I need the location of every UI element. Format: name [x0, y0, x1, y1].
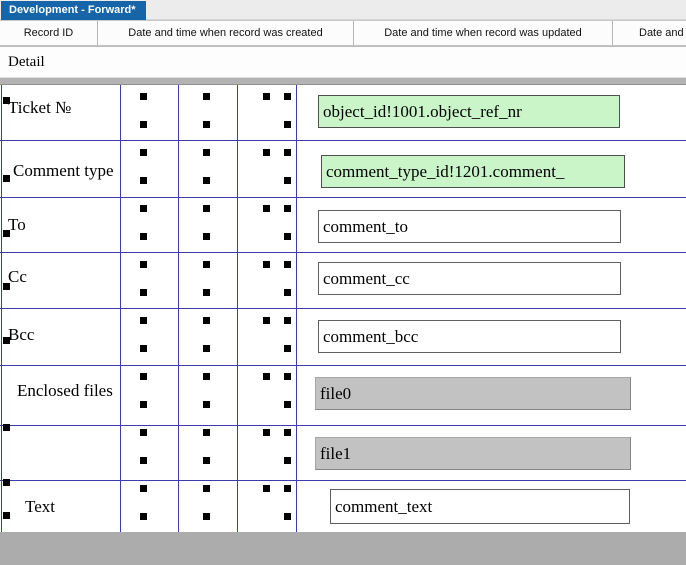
- selection-handle[interactable]: [263, 149, 270, 156]
- selection-handle[interactable]: [284, 429, 291, 436]
- grid-line-horizontal: [0, 140, 686, 141]
- selection-handle[interactable]: [203, 233, 210, 240]
- selection-handle[interactable]: [263, 373, 270, 380]
- selection-handle[interactable]: [284, 205, 291, 212]
- selection-handle[interactable]: [140, 485, 147, 492]
- column-header-created[interactable]: Date and time when record was created: [98, 27, 353, 39]
- selection-handle[interactable]: [140, 121, 147, 128]
- selection-handle[interactable]: [203, 261, 210, 268]
- selection-handle[interactable]: [263, 205, 270, 212]
- selection-handle[interactable]: [284, 457, 291, 464]
- selection-handle[interactable]: [284, 261, 291, 268]
- selection-handle[interactable]: [203, 401, 210, 408]
- selection-handle[interactable]: [203, 373, 210, 380]
- selection-handle[interactable]: [284, 93, 291, 100]
- tab-bar: Development - Forward*: [0, 0, 686, 20]
- selection-handle[interactable]: [263, 485, 270, 492]
- band-detail-label: Detail: [8, 54, 45, 71]
- selection-handle[interactable]: [263, 317, 270, 324]
- selection-handle[interactable]: [203, 289, 210, 296]
- grid-line-horizontal: [0, 308, 686, 309]
- bottom-filler: [0, 532, 686, 565]
- selection-handle[interactable]: [203, 121, 210, 128]
- band-detail[interactable]: Detail: [0, 46, 686, 77]
- selection-handle[interactable]: [3, 230, 10, 237]
- selection-handle[interactable]: [140, 93, 147, 100]
- field-comment-text[interactable]: comment_text: [330, 489, 630, 524]
- column-header-updated[interactable]: Date and time when record was updated: [354, 27, 612, 39]
- selection-handle[interactable]: [203, 513, 210, 520]
- grid-line-horizontal: [0, 252, 686, 253]
- selection-handle[interactable]: [284, 345, 291, 352]
- grid-line-horizontal: [0, 365, 686, 366]
- selection-handle[interactable]: [203, 317, 210, 324]
- selection-handle[interactable]: [284, 233, 291, 240]
- field-label-enclosed-files[interactable]: Enclosed files: [17, 381, 113, 401]
- selection-handle[interactable]: [140, 261, 147, 268]
- selection-handle[interactable]: [284, 373, 291, 380]
- field-label-comment-type[interactable]: Comment type: [13, 161, 114, 181]
- selection-handle[interactable]: [3, 97, 10, 104]
- field-comment-to[interactable]: comment_to: [318, 210, 621, 243]
- field-comment-cc[interactable]: comment_cc: [318, 262, 621, 295]
- field-object-ref-nr[interactable]: object_id!1001.object_ref_nr: [318, 95, 620, 128]
- selection-handle[interactable]: [284, 485, 291, 492]
- grid-line-horizontal: [0, 425, 686, 426]
- selection-handle[interactable]: [284, 121, 291, 128]
- selection-handle[interactable]: [203, 429, 210, 436]
- selection-handle[interactable]: [140, 401, 147, 408]
- field-label-bcc[interactable]: Bcc: [8, 325, 34, 345]
- selection-handle[interactable]: [140, 289, 147, 296]
- field-label-to[interactable]: To: [8, 215, 26, 235]
- column-header-truncated[interactable]: Date and: [613, 27, 686, 39]
- selection-handle[interactable]: [140, 233, 147, 240]
- selection-handle[interactable]: [3, 424, 10, 431]
- field-label-cc[interactable]: Cc: [8, 267, 27, 287]
- selection-handle[interactable]: [140, 205, 147, 212]
- grid-line-horizontal: [0, 480, 686, 481]
- selection-handle[interactable]: [140, 317, 147, 324]
- selection-handle[interactable]: [3, 283, 10, 290]
- column-header-row: Record ID Date and time when record was …: [0, 20, 686, 46]
- selection-handle[interactable]: [284, 513, 291, 520]
- selection-handle[interactable]: [3, 479, 10, 486]
- selection-handle[interactable]: [263, 261, 270, 268]
- selection-handle[interactable]: [284, 401, 291, 408]
- selection-handle[interactable]: [203, 177, 210, 184]
- selection-handle[interactable]: [203, 485, 210, 492]
- selection-handle[interactable]: [140, 177, 147, 184]
- selection-handle[interactable]: [3, 175, 10, 182]
- selection-handle[interactable]: [140, 429, 147, 436]
- selection-handle[interactable]: [284, 177, 291, 184]
- field-comment-bcc[interactable]: comment_bcc: [318, 320, 621, 353]
- selection-handle[interactable]: [203, 205, 210, 212]
- selection-handle[interactable]: [203, 345, 210, 352]
- grid-line-horizontal: [0, 197, 686, 198]
- band-splitter[interactable]: [0, 77, 686, 85]
- field-file0[interactable]: file0: [315, 377, 631, 410]
- selection-handle[interactable]: [140, 513, 147, 520]
- selection-handle[interactable]: [263, 93, 270, 100]
- selection-handle[interactable]: [203, 457, 210, 464]
- selection-handle[interactable]: [140, 149, 147, 156]
- selection-handle[interactable]: [263, 429, 270, 436]
- field-label-ticket-nr[interactable]: Ticket №: [8, 98, 71, 118]
- field-comment-type-id[interactable]: comment_type_id!1201.comment_: [321, 155, 625, 188]
- design-canvas[interactable]: Ticket № Comment type To Cc Bcc Enclosed…: [0, 85, 686, 532]
- selection-handle[interactable]: [3, 337, 10, 344]
- selection-handle[interactable]: [3, 512, 10, 519]
- selection-handle[interactable]: [140, 345, 147, 352]
- field-file1[interactable]: file1: [315, 437, 631, 470]
- selection-handle[interactable]: [284, 289, 291, 296]
- selection-handle[interactable]: [203, 93, 210, 100]
- selection-handle[interactable]: [284, 317, 291, 324]
- selection-handle[interactable]: [140, 457, 147, 464]
- selection-handle[interactable]: [140, 373, 147, 380]
- tab-development-forward[interactable]: Development - Forward*: [1, 1, 146, 20]
- selection-handle[interactable]: [203, 149, 210, 156]
- field-label-text[interactable]: Text: [25, 497, 55, 517]
- selection-handle[interactable]: [284, 149, 291, 156]
- column-header-record-id[interactable]: Record ID: [0, 27, 97, 39]
